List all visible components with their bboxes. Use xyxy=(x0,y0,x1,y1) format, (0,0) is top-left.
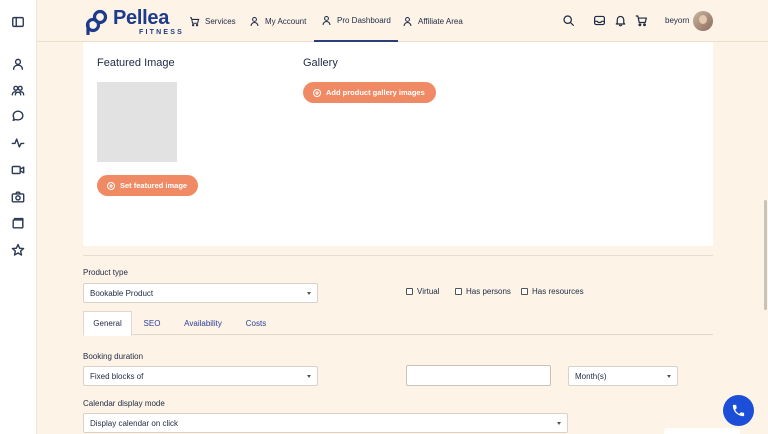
folder-icon[interactable] xyxy=(11,216,25,230)
set-featured-image-button[interactable]: Set featured image xyxy=(97,175,199,196)
logo-name: Pellea xyxy=(113,7,170,29)
checkbox-box[interactable] xyxy=(521,288,528,295)
star-icon[interactable] xyxy=(11,243,25,257)
nav-services-label: Services xyxy=(205,16,236,26)
calendar-display-mode-value: Display calendar on click xyxy=(90,418,179,428)
nav-services[interactable]: Services xyxy=(189,0,236,42)
left-sidebar xyxy=(0,0,37,434)
camera-icon[interactable] xyxy=(11,190,25,204)
scrollbar[interactable] xyxy=(764,200,767,310)
chevron-down-icon xyxy=(667,375,671,378)
inbox-icon[interactable] xyxy=(593,14,606,27)
calendar-display-mode-select[interactable]: Display calendar on click xyxy=(83,413,568,433)
chevron-down-icon xyxy=(307,375,311,378)
virtual-label: Virtual xyxy=(417,287,440,296)
booking-duration-value: Fixed blocks of xyxy=(90,371,144,381)
chat-icon[interactable] xyxy=(11,109,25,123)
checkbox-box[interactable] xyxy=(455,288,462,295)
chevron-down-icon xyxy=(307,292,311,295)
nav-my-account-label: My Account xyxy=(265,16,307,26)
nav-affiliate-area[interactable]: Affiliate Area xyxy=(402,0,463,42)
tab-seo[interactable]: SEO xyxy=(137,311,167,335)
sidebar-toggle-icon[interactable] xyxy=(11,15,25,29)
product-type-value: Bookable Product xyxy=(90,288,154,298)
chat-widget-tab[interactable] xyxy=(664,428,740,434)
bell-icon[interactable] xyxy=(614,14,627,27)
username[interactable]: beyorn xyxy=(665,16,689,25)
nav-my-account[interactable]: My Account xyxy=(249,0,306,42)
tab-availability[interactable]: Availability xyxy=(177,311,229,335)
nav-pro-dashboard-label: Pro Dashboard xyxy=(337,15,391,25)
plus-circle-icon xyxy=(313,88,321,97)
logo-mark-icon xyxy=(85,9,109,36)
video-icon[interactable] xyxy=(11,163,25,177)
product-type-select[interactable]: Bookable Product xyxy=(83,283,318,303)
cart-icon[interactable] xyxy=(635,14,648,27)
add-gallery-images-button[interactable]: Add product gallery images xyxy=(303,82,436,103)
add-gallery-images-label: Add product gallery images xyxy=(326,88,425,97)
user-icon[interactable] xyxy=(11,57,25,71)
pellea-logo[interactable]: Pellea FITNESS xyxy=(85,8,184,36)
nav-pro-dashboard[interactable]: Pro Dashboard xyxy=(314,0,398,42)
has-persons-label: Has persons xyxy=(466,287,511,296)
duration-amount-input[interactable] xyxy=(406,365,551,386)
avatar[interactable] xyxy=(693,11,713,31)
booking-duration-select[interactable]: Fixed blocks of xyxy=(83,366,318,386)
user-icon xyxy=(322,15,331,25)
phone-icon xyxy=(732,404,745,417)
search-icon[interactable] xyxy=(562,14,575,27)
set-featured-image-label: Set featured image xyxy=(120,181,188,190)
tab-costs[interactable]: Costs xyxy=(240,311,272,335)
checkbox-box[interactable] xyxy=(406,288,413,295)
has-resources-checkbox[interactable]: Has resources xyxy=(521,287,584,296)
duration-unit-value: Month(s) xyxy=(575,371,607,381)
featured-image-title: Featured Image xyxy=(97,57,175,69)
duration-unit-select[interactable]: Month(s) xyxy=(568,366,678,386)
gallery-title: Gallery xyxy=(303,57,338,69)
featured-image-placeholder[interactable] xyxy=(97,82,177,162)
has-persons-checkbox[interactable]: Has persons xyxy=(455,287,511,296)
cart-icon xyxy=(190,16,200,26)
group-icon[interactable] xyxy=(11,83,25,97)
chevron-down-icon xyxy=(557,422,561,425)
call-button[interactable] xyxy=(723,395,754,426)
nav-affiliate-area-label: Affiliate Area xyxy=(418,16,463,26)
divider xyxy=(83,255,713,256)
tab-general[interactable]: General xyxy=(83,311,132,336)
product-data-tabs: General SEO Availability Costs xyxy=(83,311,713,336)
activity-icon[interactable] xyxy=(11,136,25,150)
product-media-panel: Featured Image Set featured image Galler… xyxy=(83,42,713,246)
plus-circle-icon xyxy=(107,181,115,190)
user-icon xyxy=(403,16,412,26)
has-resources-label: Has resources xyxy=(532,287,584,296)
booking-duration-label: Booking duration xyxy=(83,352,144,361)
logo-subtitle: FITNESS xyxy=(139,29,184,36)
user-icon xyxy=(250,16,259,26)
top-header: Pellea FITNESS Services My Account Pro D… xyxy=(37,0,768,42)
calendar-display-mode-label: Calendar display mode xyxy=(83,399,165,408)
virtual-checkbox[interactable]: Virtual xyxy=(406,287,440,296)
product-type-label: Product type xyxy=(83,268,128,277)
